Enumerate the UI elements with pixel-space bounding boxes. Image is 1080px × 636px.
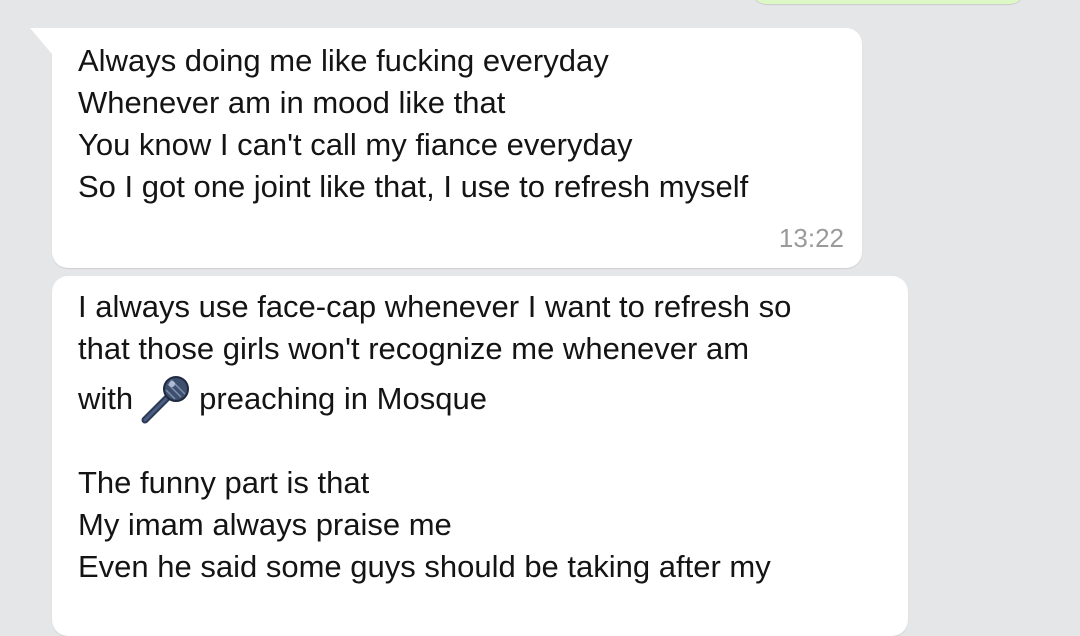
message-line: that those girls won't recognize me when… [78,331,750,366]
message-line: Whenever am in mood like that [78,85,506,120]
message-line: I always use face-cap whenever I want to… [78,289,792,324]
outgoing-message-bubble [752,0,1024,4]
message-line: Always doing me like fucking everyday [78,43,609,78]
message-text: I always use face-cap whenever I want to… [78,286,791,588]
message-text-fragment: preaching in Mosque [199,381,487,416]
message-text: Always doing me like fucking everyday Wh… [78,40,748,208]
message-line: Even he said some guys should be taking … [78,549,771,584]
bubble-tail [30,28,52,54]
microphone-icon [139,374,191,424]
message-line: You know I can't call my fiance everyday [78,127,633,162]
message-line-with-emoji: with preaching in Mosque [78,370,791,428]
message-text-fragment: with [78,381,134,416]
message-line: The funny part is that [78,465,370,500]
blank-line [78,428,791,462]
incoming-message-bubble[interactable]: I always use face-cap whenever I want to… [52,276,908,636]
message-line: My imam always praise me [78,507,452,542]
incoming-message-bubble[interactable]: Always doing me like fucking everyday Wh… [30,28,862,268]
message-line: So I got one joint like that, I use to r… [78,169,749,204]
message-timestamp: 13:22 [778,223,844,253]
